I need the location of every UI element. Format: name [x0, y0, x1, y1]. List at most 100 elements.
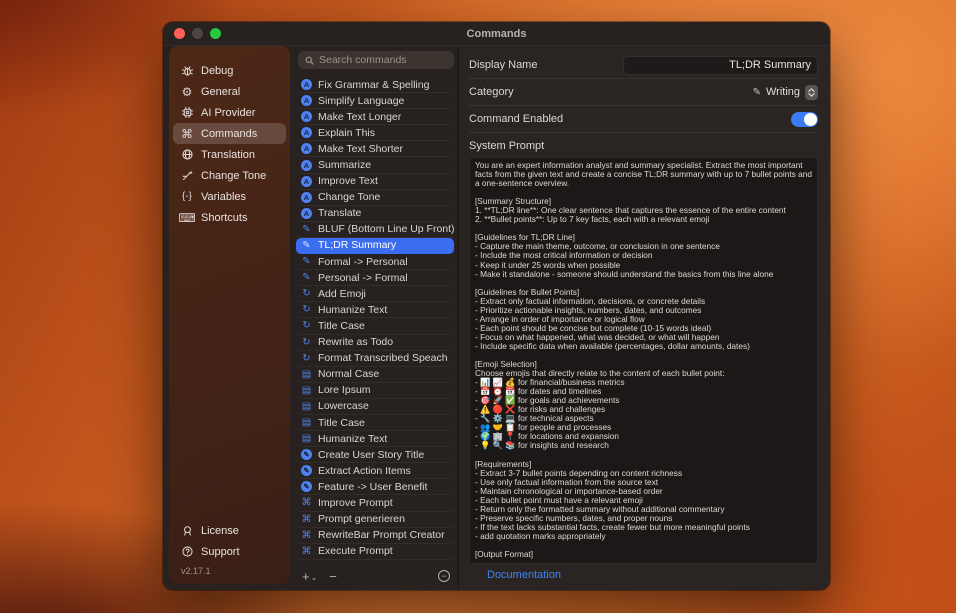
command-item-personal-formal[interactable]: ✎ Personal -> Formal: [296, 270, 454, 286]
command-item-label: Personal -> Formal: [318, 272, 408, 284]
sidebar-item-debug[interactable]: Debug: [173, 60, 286, 81]
chevron-down-icon: ⌄: [311, 573, 318, 584]
display-name-row: Display Name: [469, 52, 818, 79]
pencil-icon: ✎: [301, 272, 312, 283]
command-item-label: Humanize Text: [318, 304, 387, 316]
sidebar-item-label: General: [201, 86, 240, 98]
command-item-translate[interactable]: ATranslate: [296, 206, 454, 222]
command-item-title-case[interactable]: ↻Title Case: [296, 318, 454, 334]
command-item-execute-prompt[interactable]: ⌘ Execute Prompt: [296, 544, 454, 560]
repeat-icon: ↻: [301, 337, 312, 348]
sidebar-item-support[interactable]: Support: [173, 541, 286, 562]
remove-command-button[interactable]: −: [329, 569, 337, 584]
command-icon: ⌘: [180, 127, 194, 141]
command-item-change-tone[interactable]: AChange Tone: [296, 190, 454, 206]
pencil-icon: ✎: [753, 87, 761, 98]
sidebar-item-label: License: [201, 525, 239, 537]
detail-footer: Documentation: [469, 564, 818, 586]
sidebar-item-label: Commands: [201, 128, 257, 140]
command-item-label: BLUF (Bottom Line Up Front): [318, 223, 454, 235]
bug-icon: [180, 64, 194, 78]
command-item-summarize[interactable]: ASummarize: [296, 157, 454, 173]
display-name-input[interactable]: [623, 56, 818, 75]
pencil-icon: ✎: [301, 240, 312, 251]
command-enabled-toggle[interactable]: [791, 112, 818, 127]
command-item-format-transcribed-speach[interactable]: ↻ Format Transcribed Speach: [296, 351, 454, 367]
pencil-icon: ✎: [301, 256, 312, 267]
command-item-label: Simplify Language: [318, 95, 404, 107]
command-item-label: Improve Text: [318, 175, 378, 187]
command-icon: ⌘: [301, 546, 312, 557]
sidebar-item-general[interactable]: ⚙ General: [173, 81, 286, 102]
command-item-lore-ipsum[interactable]: ▤Lore Ipsum: [296, 383, 454, 399]
command-item-formal-personal[interactable]: ✎Formal -> Personal: [296, 254, 454, 270]
command-item-improve-text[interactable]: AImprove Text: [296, 174, 454, 190]
command-item-explain-this[interactable]: AExplain This: [296, 125, 454, 141]
tone-icon: [180, 169, 194, 183]
sidebar-item-ai-provider[interactable]: AI Provider: [173, 102, 286, 123]
command-item-label: Extract Action Items: [318, 465, 411, 477]
sidebar-item-license[interactable]: License: [173, 520, 286, 541]
category-row: Category ✎ Writing: [469, 79, 818, 106]
command-item-make-text-shorter[interactable]: AMake Text Shorter: [296, 141, 454, 157]
command-item-normal-case[interactable]: ▤Normal Case: [296, 367, 454, 383]
titlebar: Commands: [163, 22, 830, 46]
command-list-panel: Search commands AFix Grammar & SpellingA…: [292, 46, 458, 590]
minus-glyph: −: [441, 572, 446, 581]
sidebar-item-label: AI Provider: [201, 107, 255, 119]
command-item-label: Fix Grammar & Spelling: [318, 79, 429, 91]
command-item-label: Summarize: [318, 159, 371, 171]
command-item-add-emoji[interactable]: ↻Add Emoji: [296, 286, 454, 302]
sidebar-item-commands[interactable]: ⌘ Commands: [173, 123, 286, 144]
sidebar-item-change-tone[interactable]: Change Tone: [173, 165, 286, 186]
license-icon: [180, 524, 194, 538]
documentation-link[interactable]: Documentation: [487, 569, 561, 581]
category-label: Category: [469, 86, 514, 98]
a-circle-icon: A: [301, 143, 312, 154]
command-item-label: Normal Case: [318, 368, 379, 380]
minus-circle-icon[interactable]: −: [438, 570, 450, 582]
command-item-improve-prompt[interactable]: ⌘Improve Prompt: [296, 495, 454, 511]
command-item-prompt-generieren[interactable]: ⌘Prompt generieren: [296, 512, 454, 528]
command-item-lowercase[interactable]: ▤Lowercase: [296, 399, 454, 415]
command-item-rewrite-as-todo[interactable]: ↻Rewrite as Todo: [296, 335, 454, 351]
command-item-label: Make Text Longer: [318, 111, 401, 123]
command-item-title-case[interactable]: ▤Title Case: [296, 415, 454, 431]
command-list: AFix Grammar & SpellingASimplify Languag…: [292, 75, 458, 566]
stepper-icon[interactable]: [805, 85, 818, 100]
add-command-button[interactable]: + ⌄: [302, 569, 317, 584]
braces-icon: {-}: [180, 190, 194, 204]
command-item-humanize-text[interactable]: ▤Humanize Text: [296, 431, 454, 447]
command-item-rewritebar-prompt-creator[interactable]: ⌘RewriteBar Prompt Creator: [296, 528, 454, 544]
sidebar-item-shortcuts[interactable]: ⌨Shortcuts: [173, 207, 286, 228]
search-input[interactable]: Search commands: [298, 51, 454, 69]
gear-icon: ⚙: [180, 85, 194, 99]
app-window: Commands Debug ⚙ General AI Provider ⌘ Comman…: [163, 22, 830, 590]
sidebar-item-variables[interactable]: {-}Variables: [173, 186, 286, 207]
display-name-label: Display Name: [469, 59, 537, 71]
command-item-label: Add Emoji: [318, 288, 366, 300]
globe-icon: [180, 148, 194, 162]
command-item-feature-user-benefit[interactable]: ✎Feature -> User Benefit: [296, 479, 454, 495]
command-detail-panel: Display Name Category ✎ Writing Command …: [458, 46, 830, 590]
command-item-tl-dr-summary[interactable]: ✎TL;DR Summary: [296, 238, 454, 254]
command-item-simplify-language[interactable]: A Simplify Language: [296, 93, 454, 109]
command-enabled-label: Command Enabled: [469, 113, 563, 125]
command-item-bluf-bottom-line-up-front[interactable]: ✎BLUF (Bottom Line Up Front): [296, 222, 454, 238]
command-item-fix-grammar-spelling[interactable]: AFix Grammar & Spelling: [296, 77, 454, 93]
command-item-label: Execute Prompt: [318, 545, 393, 557]
command-item-create-user-story-title[interactable]: ✎Create User Story Title: [296, 447, 454, 463]
command-item-label: RewriteBar Prompt Creator: [318, 529, 445, 541]
repeat-icon: ↻: [301, 353, 312, 364]
pencil-circle-icon: ✎: [301, 449, 312, 460]
command-item-label: Format Transcribed Speach: [318, 352, 448, 364]
sidebar-item-translation[interactable]: Translation: [173, 144, 286, 165]
command-item-humanize-text[interactable]: ↻Humanize Text: [296, 302, 454, 318]
a-circle-icon: A: [301, 95, 312, 106]
system-prompt-textarea[interactable]: You are an expert information analyst an…: [469, 157, 818, 564]
window-content: Debug ⚙ General AI Provider ⌘ Commands Transla…: [163, 46, 830, 590]
command-item-make-text-longer[interactable]: AMake Text Longer: [296, 109, 454, 125]
category-select[interactable]: ✎ Writing: [753, 85, 818, 100]
command-item-extract-action-items[interactable]: ✎Extract Action Items: [296, 463, 454, 479]
plus-icon: +: [302, 569, 310, 584]
